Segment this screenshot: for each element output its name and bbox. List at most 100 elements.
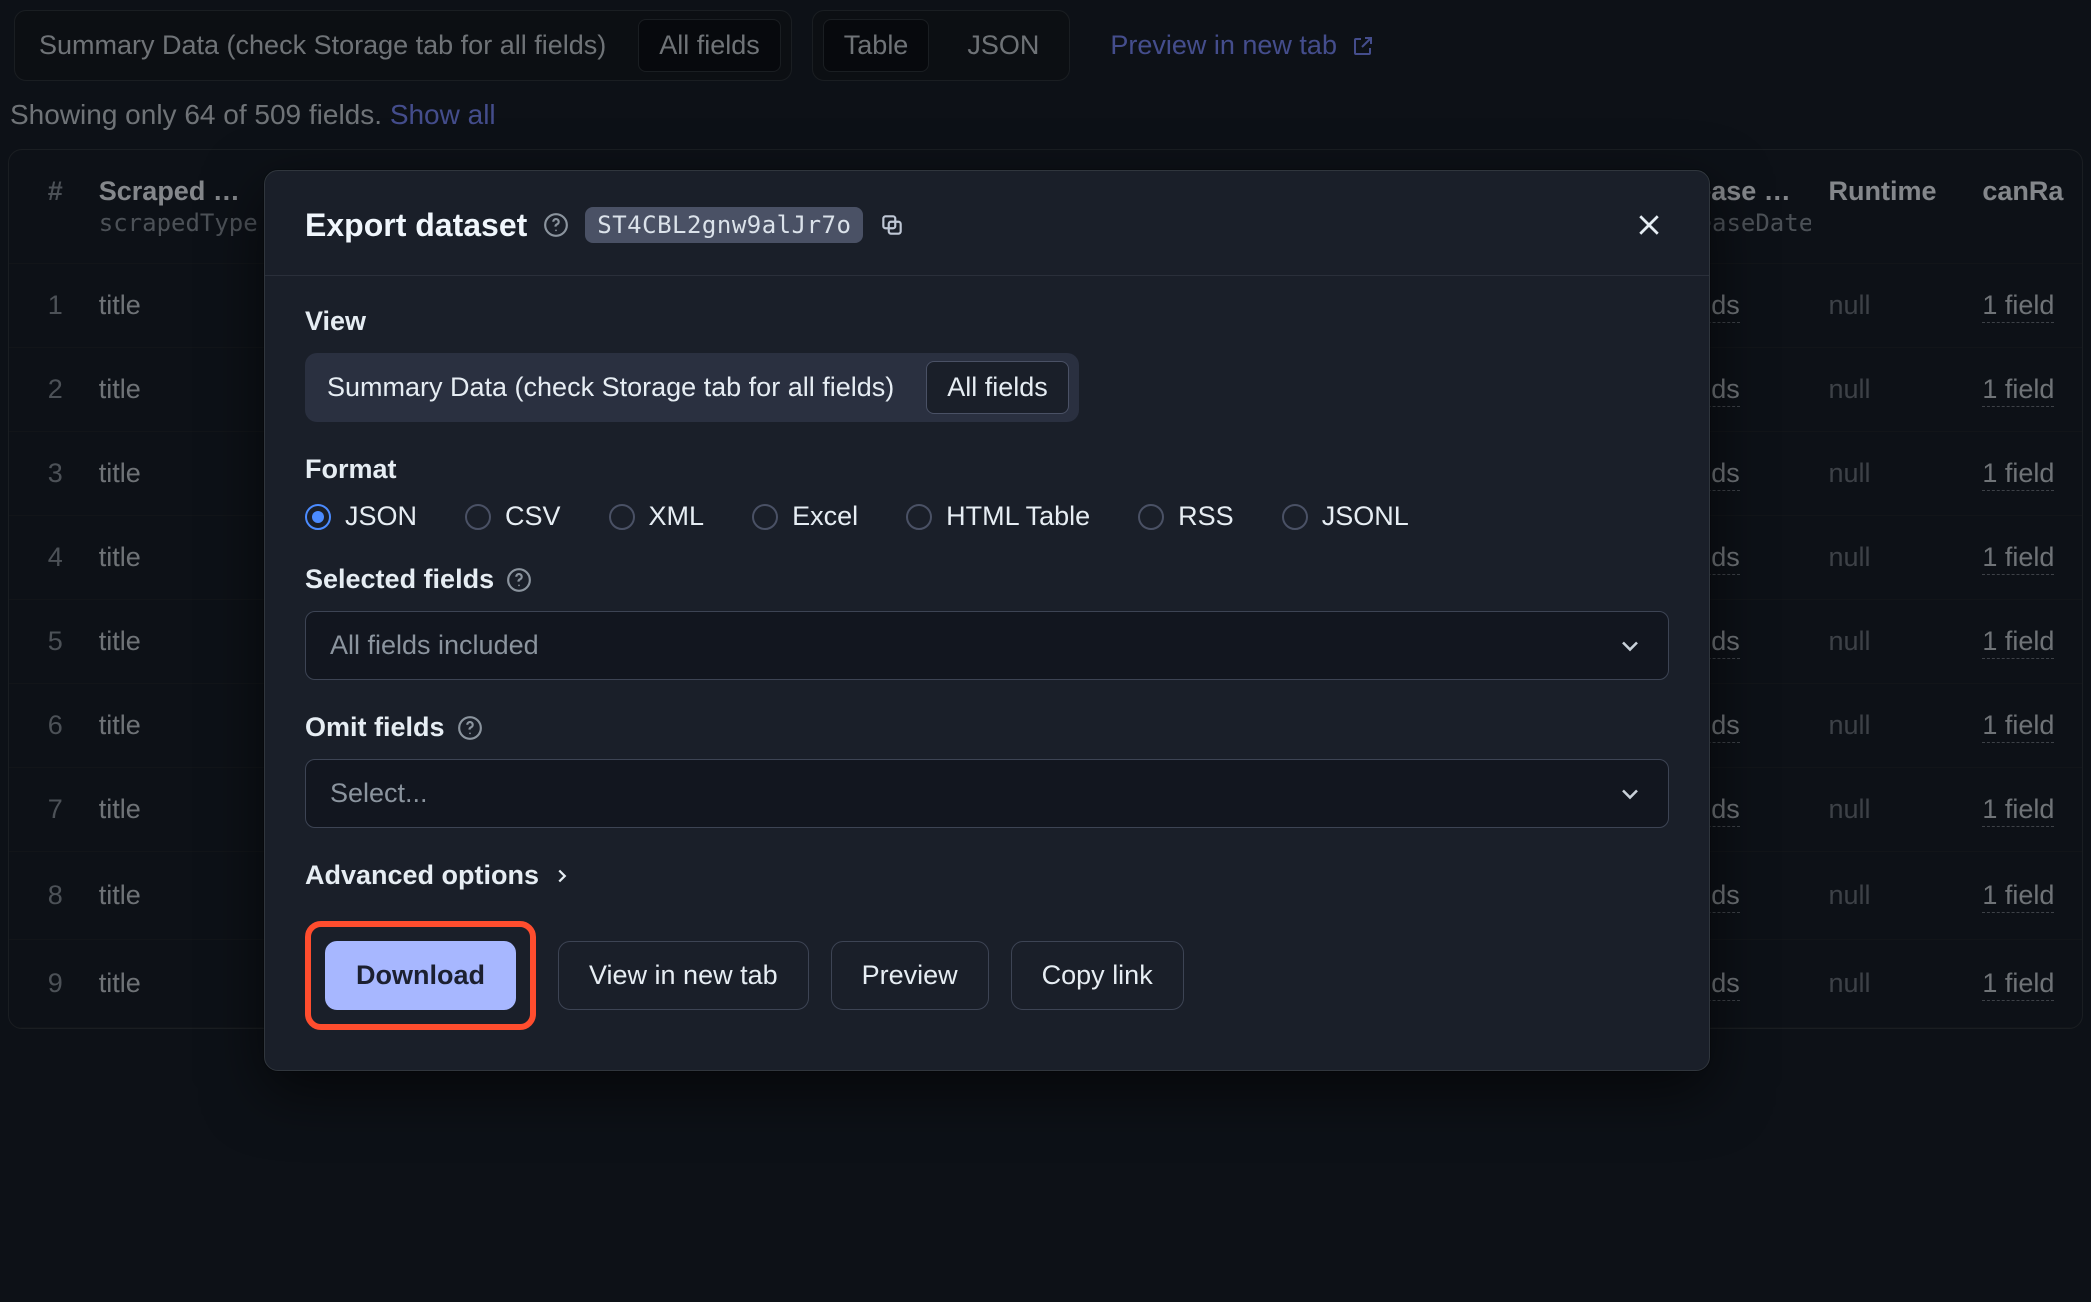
help-icon[interactable] — [543, 212, 569, 238]
advanced-options-toggle[interactable]: Advanced options — [305, 860, 1669, 891]
omit-fields-label: Omit fields — [305, 712, 1669, 743]
table-cell: 4 — [9, 516, 81, 600]
fields-link[interactable]: 1 field — [1982, 710, 2054, 743]
view-section-label: View — [305, 306, 1669, 337]
fields-link[interactable]: 1 field — [1982, 290, 2054, 323]
export-dataset-modal: Export dataset ST4CBL2gnw9alJr7o View Su… — [264, 170, 1710, 1071]
chevron-down-icon — [1616, 780, 1644, 808]
format-radio-label: JSON — [345, 501, 417, 532]
col-header-runtime[interactable]: Runtime — [1811, 150, 1965, 264]
format-radio-excel[interactable]: Excel — [752, 501, 858, 532]
fields-link[interactable]: 1 field — [1982, 542, 2054, 575]
table-cell: 1 field — [1964, 516, 2083, 600]
table-cell: title — [81, 264, 268, 348]
table-cell: title — [81, 684, 268, 768]
radio-icon — [1282, 504, 1308, 530]
col-header-scraped-type[interactable]: Scraped Type scrapedType — [81, 150, 268, 264]
selected-fields-value: All fields included — [330, 630, 539, 661]
null-value: null — [1829, 880, 1871, 910]
view-pill-allfields[interactable]: All fields — [926, 361, 1069, 414]
format-radio-jsonl[interactable]: JSONL — [1282, 501, 1409, 532]
view-in-new-tab-button[interactable]: View in new tab — [558, 941, 809, 1010]
view-pill[interactable]: Summary Data (check Storage tab for all … — [305, 353, 1079, 422]
format-toggle: Table JSON — [812, 10, 1071, 81]
format-radio-html-table[interactable]: HTML Table — [906, 501, 1090, 532]
format-toggle-table[interactable]: Table — [823, 19, 930, 72]
omit-fields-placeholder: Select... — [330, 778, 428, 809]
table-cell: title — [81, 768, 268, 852]
chevron-right-icon — [551, 865, 573, 887]
format-radio-label: RSS — [1178, 501, 1234, 532]
omit-fields-select[interactable]: Select... — [305, 759, 1669, 828]
external-link-icon — [1351, 34, 1375, 58]
radio-icon — [465, 504, 491, 530]
omit-fields-section: Omit fields Select... — [305, 712, 1669, 828]
format-toggle-json[interactable]: JSON — [947, 20, 1059, 71]
view-selector-label: Summary Data (check Storage tab for all … — [25, 24, 620, 67]
table-cell: null — [1811, 516, 1965, 600]
format-radio-xml[interactable]: XML — [609, 501, 705, 532]
fields-link[interactable]: 1 field — [1982, 880, 2054, 913]
null-value: null — [1829, 794, 1871, 824]
table-cell: 1 field — [1964, 600, 2083, 684]
table-cell: title — [81, 432, 268, 516]
format-radio-label: HTML Table — [946, 501, 1090, 532]
help-icon[interactable] — [457, 715, 483, 741]
null-value: null — [1829, 968, 1871, 998]
view-selector[interactable]: Summary Data (check Storage tab for all … — [14, 10, 792, 81]
format-radio-csv[interactable]: CSV — [465, 501, 561, 532]
selected-fields-section: Selected fields All fields included — [305, 564, 1669, 680]
table-cell: 7 — [9, 768, 81, 852]
radio-icon — [1138, 504, 1164, 530]
fields-link[interactable]: 1 field — [1982, 626, 2054, 659]
table-cell: title — [81, 940, 268, 1028]
fields-link[interactable]: 1 field — [1982, 968, 2054, 1001]
preview-new-tab-link[interactable]: Preview in new tab — [1090, 30, 1375, 61]
selected-fields-label: Selected fields — [305, 564, 1669, 595]
format-radio-rss[interactable]: RSS — [1138, 501, 1234, 532]
fields-link[interactable]: 1 field — [1982, 794, 2054, 827]
table-cell: 1 — [9, 264, 81, 348]
table-cell: title — [81, 600, 268, 684]
format-radio-json[interactable]: JSON — [305, 501, 417, 532]
chevron-down-icon — [1616, 632, 1644, 660]
close-button[interactable] — [1629, 205, 1669, 245]
advanced-options-label: Advanced options — [305, 860, 539, 891]
format-radio-label: CSV — [505, 501, 561, 532]
table-cell: 2 — [9, 348, 81, 432]
table-cell: 1 field — [1964, 684, 2083, 768]
radio-icon — [305, 504, 331, 530]
preview-button[interactable]: Preview — [831, 941, 989, 1010]
download-button[interactable]: Download — [325, 941, 516, 1010]
table-cell: 9 — [9, 940, 81, 1028]
toolbar: Summary Data (check Storage tab for all … — [8, 0, 2083, 93]
table-cell: 1 field — [1964, 768, 2083, 852]
table-cell: null — [1811, 432, 1965, 516]
table-cell: 8 — [9, 852, 81, 940]
table-cell: title — [81, 348, 268, 432]
format-section: Format JSONCSVXMLExcelHTML TableRSSJSONL — [305, 454, 1669, 532]
fields-link[interactable]: 1 field — [1982, 374, 2054, 407]
table-cell: title — [81, 516, 268, 600]
table-cell: 1 field — [1964, 264, 2083, 348]
field-count-prefix: Showing only 64 of 509 fields. — [10, 99, 390, 130]
show-all-link[interactable]: Show all — [390, 99, 496, 130]
table-cell: 1 field — [1964, 940, 2083, 1028]
copy-icon[interactable] — [879, 212, 905, 238]
table-cell: 3 — [9, 432, 81, 516]
selected-fields-select[interactable]: All fields included — [305, 611, 1669, 680]
view-section: View Summary Data (check Storage tab for… — [305, 306, 1669, 422]
modal-button-row: Download View in new tab Preview Copy li… — [305, 921, 1669, 1030]
table-cell: 1 field — [1964, 432, 2083, 516]
table-cell: null — [1811, 600, 1965, 684]
fields-link[interactable]: 1 field — [1982, 458, 2054, 491]
help-icon[interactable] — [506, 567, 532, 593]
radio-icon — [609, 504, 635, 530]
format-radio-label: Excel — [792, 501, 858, 532]
view-selector-allfields[interactable]: All fields — [638, 19, 781, 72]
modal-title: Export dataset — [305, 207, 527, 244]
radio-icon — [906, 504, 932, 530]
copy-link-button[interactable]: Copy link — [1011, 941, 1184, 1010]
col-header-canra[interactable]: canRa — [1964, 150, 2083, 264]
view-pill-label: Summary Data (check Storage tab for all … — [315, 364, 906, 411]
